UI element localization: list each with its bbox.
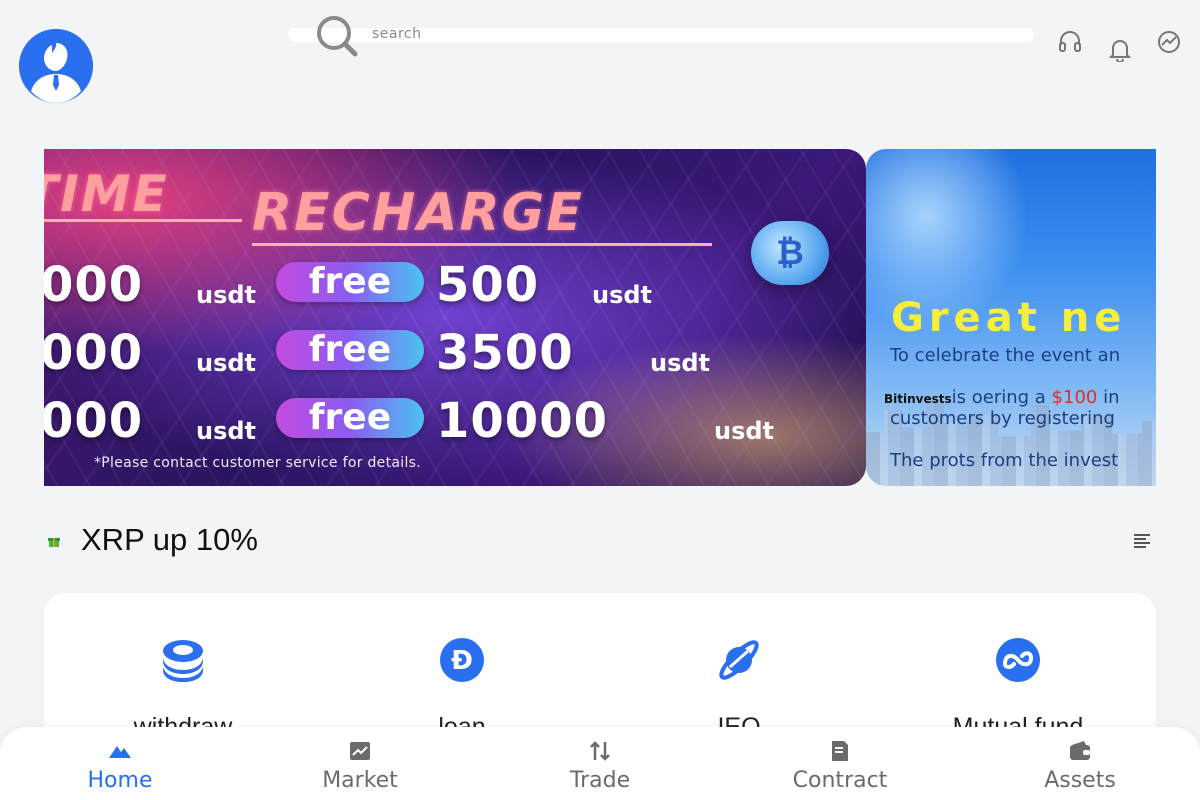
banner-bonus-amount: 500: [436, 257, 540, 313]
banner-title-left: TIME: [44, 165, 169, 223]
banner-slide-recharge[interactable]: TIME RECHARGE 000 usdt free 500 usdt 000…: [44, 149, 866, 486]
banner-divider: [252, 243, 712, 246]
banner-bonus-amount: 3500: [436, 325, 574, 381]
document-icon: [832, 741, 848, 761]
dogecoin-icon: Đ: [440, 638, 484, 682]
banner-news-line: The prots from the invest: [890, 450, 1119, 471]
headset-icon[interactable]: [1057, 29, 1083, 55]
banner-news-line: customers by registering: [890, 408, 1115, 429]
gift-icon: [48, 538, 60, 547]
banner-divider: [44, 219, 242, 222]
search-icon[interactable]: [315, 14, 359, 58]
nav-home[interactable]: Home: [40, 740, 200, 793]
banner-news-line: To celebrate the event an: [890, 345, 1121, 366]
home-icon: [109, 746, 131, 758]
banner-unit: usdt: [650, 349, 711, 377]
banner-news-text: is oering a: [951, 387, 1052, 408]
nav-label: Contract: [792, 768, 888, 793]
banner-news-headline: Great ne: [891, 295, 1127, 341]
banner-free-pill: free: [276, 330, 424, 370]
nav-label: Assets: [1044, 768, 1116, 793]
banner-deposit-amount: 000: [44, 325, 144, 381]
banner-bonus-amount: 10000: [436, 393, 608, 449]
banner-free-pill: free: [276, 398, 424, 438]
banner-deposit-amount: 000: [44, 257, 144, 313]
arrows-updown-icon: [590, 741, 610, 761]
banner-news-amount: $100: [1051, 387, 1098, 408]
list-icon[interactable]: [1132, 532, 1152, 550]
bitcoin-coin-icon: ₿: [751, 221, 829, 285]
banner-unit: usdt: [592, 281, 653, 309]
svg-text:Đ: Đ: [451, 646, 473, 676]
banner-slide-news[interactable]: Great ne To celebrate the event an Bitin…: [866, 149, 1156, 486]
infinity-coin-icon: [996, 638, 1040, 682]
nav-contract[interactable]: Contract: [760, 740, 920, 793]
nav-label: Trade: [569, 768, 631, 793]
nav-label: Market: [322, 768, 398, 793]
wallet-icon: [1070, 741, 1090, 760]
banner-free-pill: free: [276, 262, 424, 302]
nav-label: Home: [87, 768, 153, 793]
banner-unit: usdt: [196, 349, 257, 377]
stack-coin-icon: [163, 640, 203, 682]
banner-carousel[interactable]: TIME RECHARGE 000 usdt free 500 usdt 000…: [44, 149, 1156, 486]
banner-news-text: in: [1097, 387, 1120, 408]
user-avatar-icon: [19, 29, 93, 103]
nav-assets[interactable]: Assets: [1000, 740, 1160, 793]
globe-icon[interactable]: [1156, 29, 1182, 55]
nav-trade[interactable]: Trade: [520, 740, 680, 793]
planet-icon: [719, 640, 759, 680]
banner-deposit-amount: 000: [44, 393, 144, 449]
banner-note: *Please contact customer service for det…: [94, 455, 421, 471]
banner-unit: usdt: [714, 417, 775, 445]
notice-text[interactable]: XRP up 10%: [81, 522, 258, 558]
chart-icon: [350, 742, 370, 760]
banner-title-main: RECHARGE: [252, 183, 584, 243]
nav-market[interactable]: Market: [280, 740, 440, 793]
bell-icon[interactable]: [1107, 36, 1133, 62]
search-input[interactable]: [372, 26, 972, 42]
banner-news-promo: Bitinvestsis oering a $100 in: [884, 387, 1120, 408]
banner-unit: usdt: [196, 417, 257, 445]
banner-unit: usdt: [196, 281, 257, 309]
banner-news-brand: Bitinvests: [884, 392, 952, 406]
user-avatar[interactable]: [19, 29, 93, 103]
